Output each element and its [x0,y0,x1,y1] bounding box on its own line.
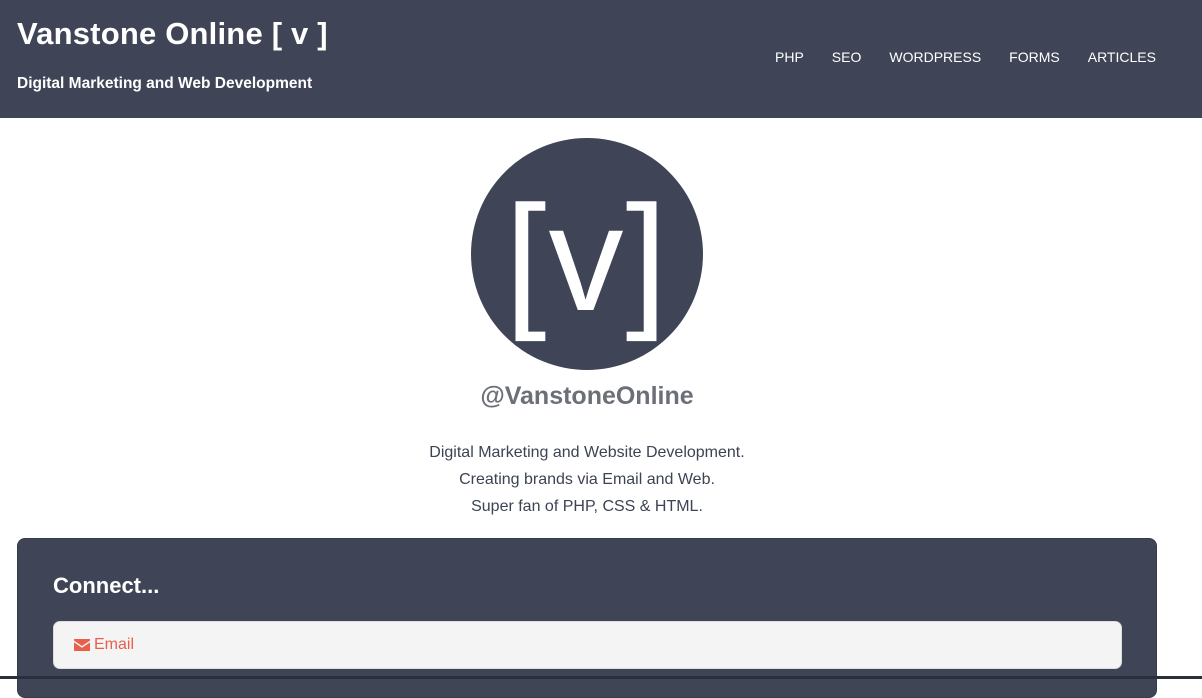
site-tagline: Digital Marketing and Web Development [17,75,313,92]
email-label: Email [94,636,135,653]
nav-item-forms[interactable]: FORMS [1009,49,1060,69]
connect-title: Connect... [53,573,160,598]
avatar-logo-text: [v] [505,174,669,342]
profile-handle: @VanstoneOnline [480,382,694,410]
site-header: Vanstone Online [ v ] Digital Marketing … [0,0,1202,118]
nav-item-articles[interactable]: ARTICLES [1088,49,1156,69]
bio-line: Creating brands via Email and Web. [459,471,715,488]
avatar-logo: [v] [505,174,669,342]
connect-panel: Connect... Email [17,538,1157,698]
nav-item-php[interactable]: PHP [775,49,804,69]
profile-bio: Digital Marketing and Website Developmen… [0,439,1174,520]
bio-line: Super fan of PHP, CSS & HTML. [471,498,703,515]
envelope-icon [74,639,90,651]
nav-item-seo[interactable]: SEO [832,49,862,69]
site-title[interactable]: Vanstone Online [ v ] [17,16,328,52]
profile-avatar: [v] [471,138,703,370]
bio-line: Digital Marketing and Website Developmen… [429,444,745,461]
main-nav: PHP SEO WORDPRESS FORMS ARTICLES [761,49,1170,69]
email-button[interactable]: Email [53,621,1122,669]
nav-item-wordpress[interactable]: WORDPRESS [889,49,981,69]
site-title-link[interactable]: Vanstone Online [ v ] [17,16,328,51]
